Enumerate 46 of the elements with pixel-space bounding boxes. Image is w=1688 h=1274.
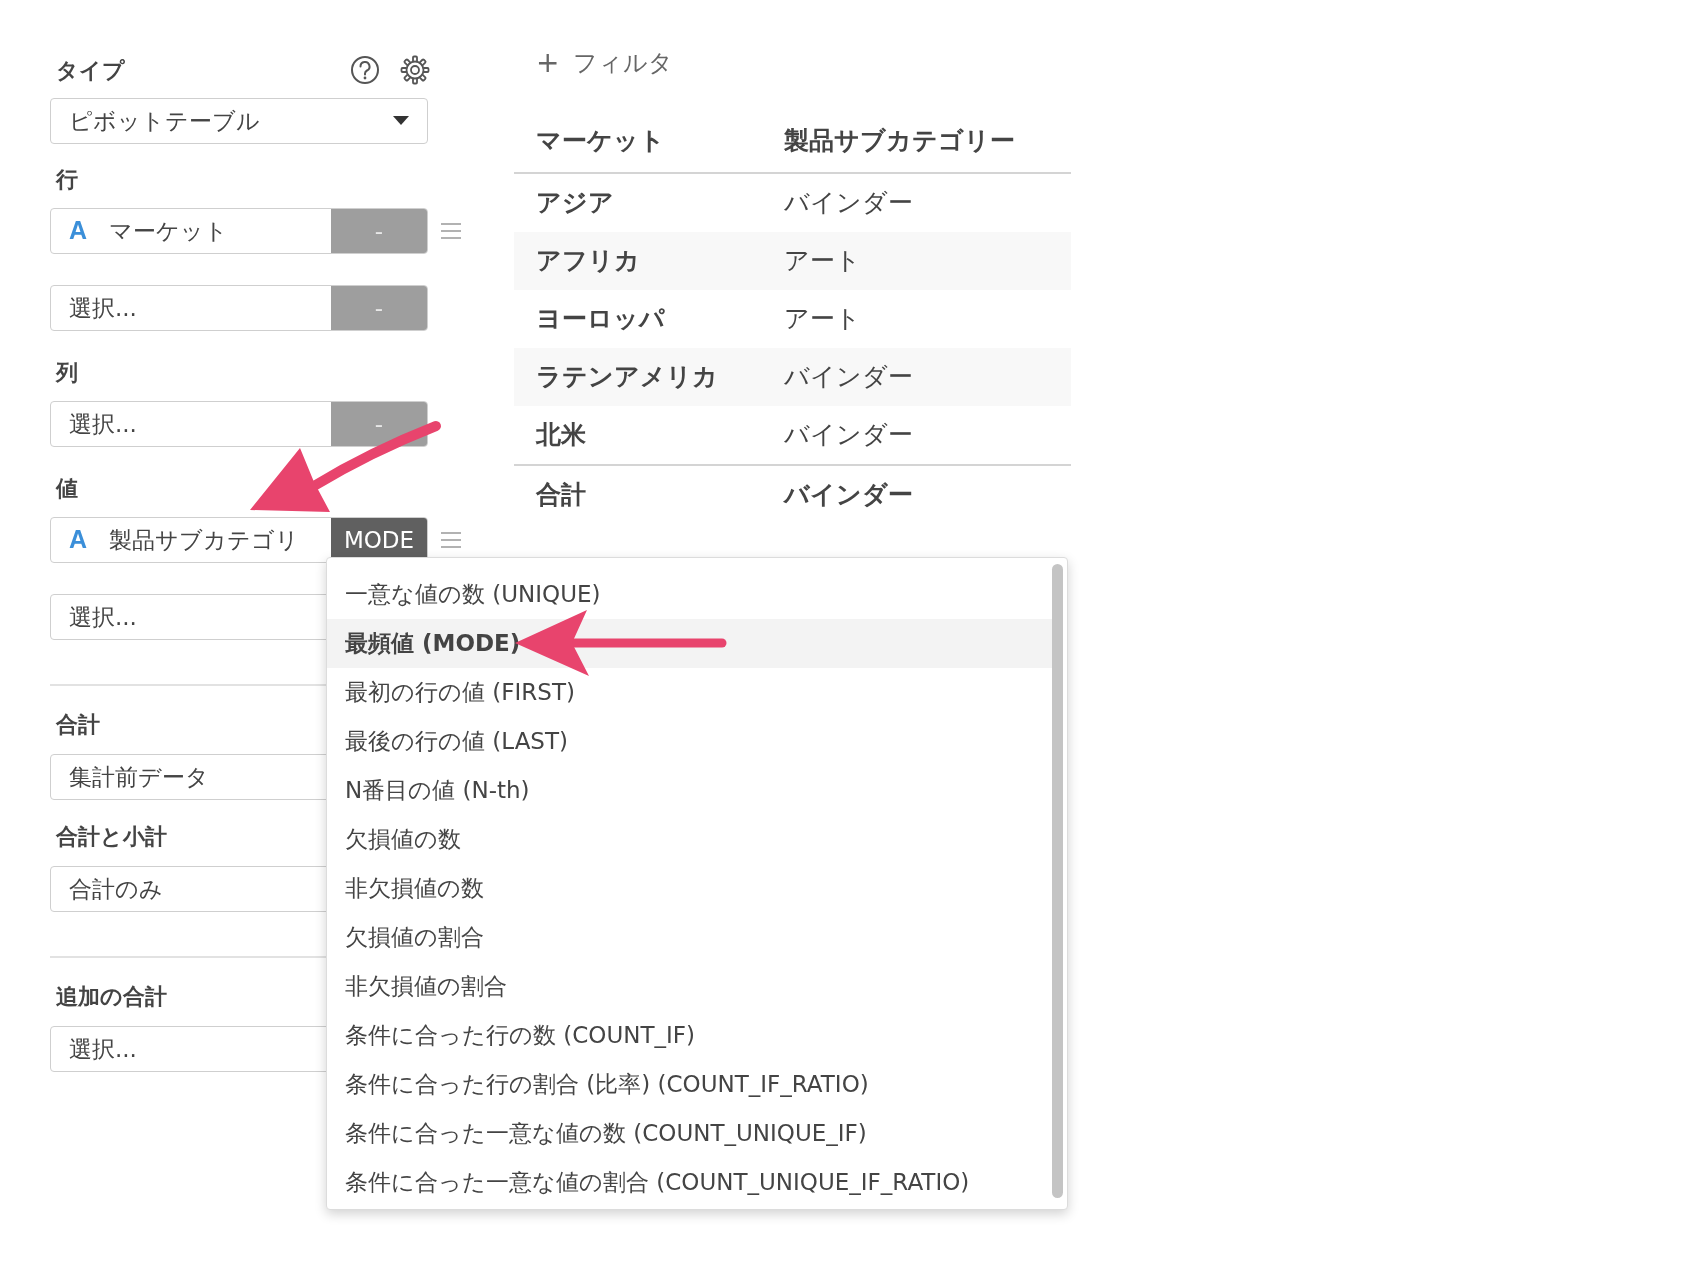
field-label: 選択... (69, 409, 137, 439)
field-select[interactable]: 選択... - (50, 285, 428, 331)
field-label: 選択... (69, 602, 137, 632)
drag-handle-icon[interactable] (440, 222, 462, 240)
field-select[interactable]: A マーケット - (50, 208, 428, 254)
field-select[interactable]: A 製品サブカテゴリ MODE (50, 517, 428, 563)
table-cell-text: バインダー (784, 361, 913, 394)
section-label: 合計と小計 (56, 823, 167, 851)
table-cell-text: バインダー (784, 419, 913, 452)
total-cell-text: 合計 (535, 479, 587, 512)
dropdown-item[interactable]: 最頻値 (MODE) (327, 619, 1052, 668)
table-cell-text: アフリカ (535, 245, 641, 278)
field-label: 選択... (69, 293, 137, 323)
dropdown-item[interactable]: 条件に合った一意な値の割合 (COUNT_UNIQUE_IF_RATIO) (327, 1158, 1052, 1207)
field-label: 製品サブカテゴリ (109, 525, 300, 555)
table-cell-text: ラテンアメリカ (535, 361, 719, 394)
section-label: 列 (56, 359, 78, 387)
table-cell-text: バインダー (784, 187, 913, 220)
dropdown-item[interactable]: 最初の行の値 (FIRST) (327, 668, 1052, 717)
text-type-icon: A (69, 212, 88, 250)
dropdown-item[interactable]: 欠損値の数 (327, 815, 1052, 864)
section-label: 行 (56, 166, 78, 194)
table-cell-text: アート (784, 303, 861, 336)
dropdown-item[interactable]: 条件に合った一意な値の数 (COUNT_UNIQUE_IF) (327, 1109, 1052, 1158)
field-label: マーケット (109, 216, 229, 246)
help-icon[interactable] (350, 55, 380, 85)
scrollbar[interactable] (1052, 564, 1063, 1198)
column-header: 製品サブカテゴリー (784, 125, 1015, 158)
section-label: 追加の合計 (56, 983, 167, 1011)
total-cell-text: バインダー (784, 479, 913, 512)
section-label: 合計 (56, 711, 100, 739)
type-select[interactable]: ピボットテーブル (50, 98, 428, 144)
table-cell-text: 北米 (534, 419, 587, 452)
dropdown-item[interactable]: 欠損値の割合 (327, 913, 1052, 962)
table-cell-text: アート (784, 245, 861, 278)
column-header: マーケット (535, 125, 666, 158)
drag-handle-icon[interactable] (440, 531, 462, 549)
settings-icon[interactable] (400, 55, 430, 85)
text-type-icon: A (69, 521, 88, 559)
table-cell-text: アジア (535, 187, 615, 220)
dropdown-item[interactable]: 非欠損値の割合 (327, 962, 1052, 1011)
section-label: タイプ (56, 56, 125, 85)
section-label: 値 (56, 475, 78, 503)
table-cell-text: ヨーロッパ (535, 303, 666, 336)
caret-icon (393, 116, 409, 126)
field-select[interactable]: 選択... - (50, 401, 428, 447)
